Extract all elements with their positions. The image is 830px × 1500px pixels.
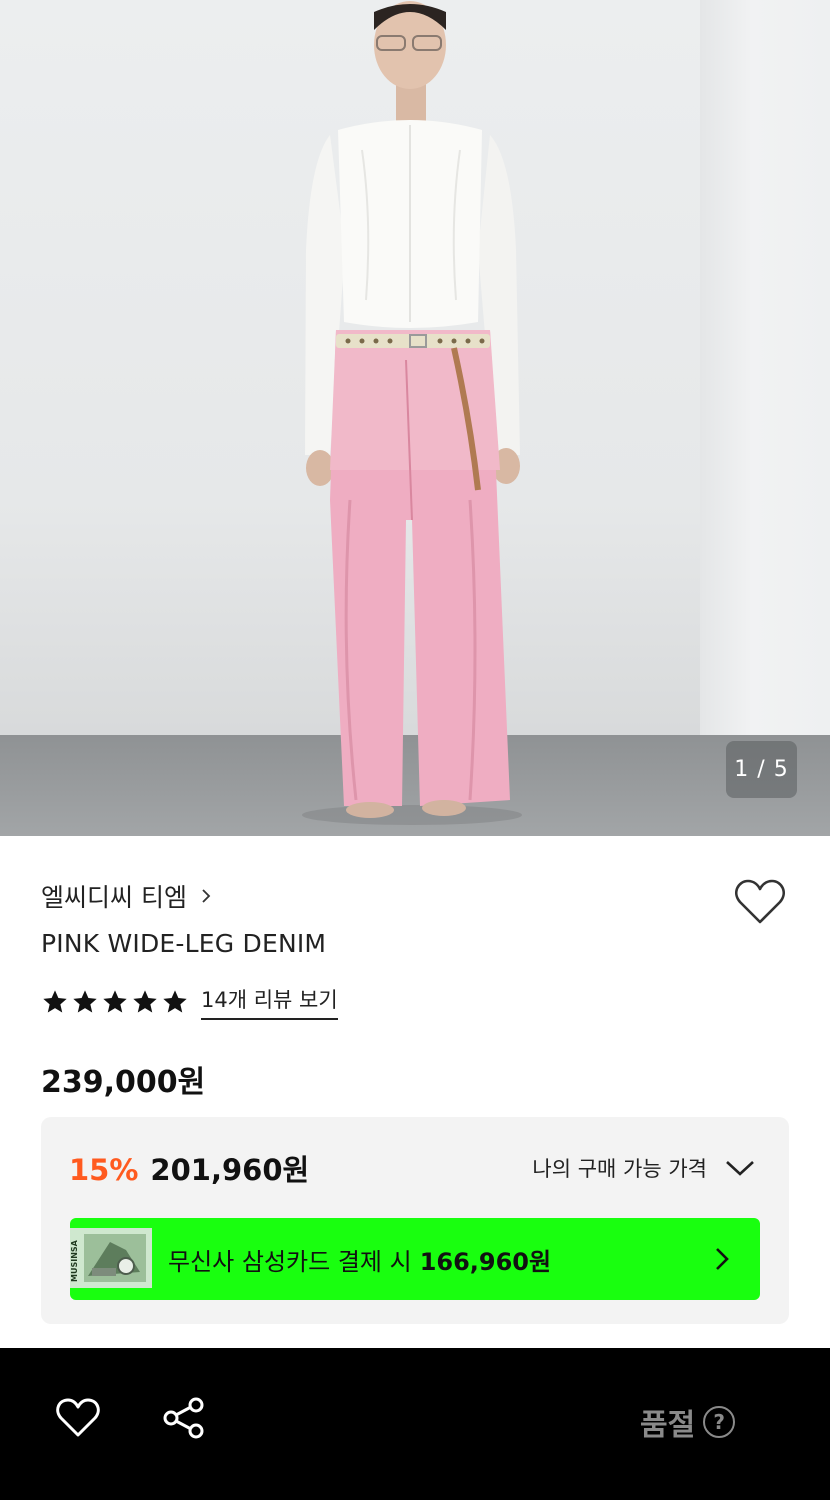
my-price-toggle[interactable]: 나의 구매 가능 가격	[532, 1153, 755, 1183]
star-icon	[163, 990, 187, 1013]
card-thumbnail: MUSINSA	[70, 1228, 152, 1288]
share-icon[interactable]	[162, 1396, 206, 1440]
sold-out-label: 품절	[640, 1408, 696, 1443]
price-box: 15% 201,960원 나의 구매 가능 가격 MUSINSA 무신사 삼성카…	[41, 1117, 789, 1324]
chevron-right-icon	[202, 889, 211, 903]
brand-name: 엘씨디씨 티엠	[41, 883, 187, 912]
star-icon	[43, 990, 67, 1013]
card-promo-label: 무신사 삼성카드 결제 시	[168, 1247, 412, 1276]
question-icon[interactable]: ?	[703, 1406, 736, 1438]
star-icon	[103, 990, 127, 1013]
card-promo-banner[interactable]: MUSINSA 무신사 삼성카드 결제 시 166,960원	[70, 1218, 760, 1300]
original-price: 239,000원	[41, 1065, 206, 1100]
product-title: PINK WIDE-LEG DENIM	[41, 929, 327, 958]
sold-out-status: 품절 ?	[640, 1400, 736, 1444]
star-icon	[73, 990, 97, 1013]
brand-link[interactable]: 엘씨디씨 티엠	[41, 878, 213, 914]
rating-row: 14개 리뷰 보기	[41, 984, 338, 1020]
discount-price: 201,960원	[150, 1153, 310, 1187]
card-promo-price: 166,960원	[419, 1247, 552, 1276]
card-thumb-text: MUSINSA	[70, 1239, 79, 1282]
heart-icon[interactable]	[734, 878, 786, 926]
chevron-down-icon	[726, 1161, 754, 1176]
discount-rate: 15%	[69, 1153, 139, 1187]
model-illustration	[302, 1, 522, 825]
product-image[interactable]: 1 / 5	[0, 0, 830, 836]
chevron-right-icon	[716, 1248, 729, 1270]
discount-row: 15% 201,960원	[69, 1147, 309, 1189]
image-counter: 1 / 5	[726, 741, 797, 798]
star-rating	[41, 988, 189, 1016]
my-price-label: 나의 구매 가능 가격	[532, 1157, 707, 1181]
heart-icon[interactable]	[56, 1398, 100, 1438]
review-link[interactable]: 14개 리뷰 보기	[201, 984, 338, 1020]
bottom-action-bar: 품절 ?	[0, 1348, 830, 1500]
star-icon	[133, 990, 157, 1013]
card-promo-text: 무신사 삼성카드 결제 시 166,960원	[168, 1218, 551, 1300]
